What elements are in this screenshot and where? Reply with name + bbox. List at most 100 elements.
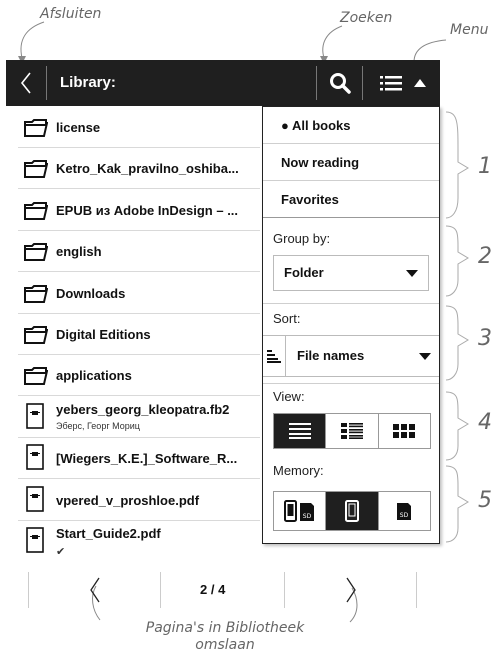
view-grid-icon	[393, 424, 416, 438]
header-divider	[46, 66, 47, 100]
view-selector	[273, 413, 431, 449]
memory-both-button[interactable]: SD	[274, 492, 327, 530]
filter-all-books[interactable]: ● All books	[263, 107, 439, 144]
pager-divider	[160, 572, 161, 608]
search-icon	[330, 73, 351, 94]
folder-icon	[24, 326, 49, 349]
item-name: Downloads	[56, 285, 126, 301]
item-name: [Wiegers_K.E.]_Software_R...	[56, 451, 238, 467]
header-bar: Library:	[6, 60, 440, 106]
folder-icon	[24, 160, 49, 183]
sort-order-button[interactable]	[263, 336, 286, 376]
folder-row[interactable]: EPUB из Adobe InDesign – ...	[18, 190, 260, 231]
header-divider	[362, 66, 363, 100]
folder-icon	[24, 201, 49, 225]
book-row[interactable]: [Wiegers_K.E.]_Software_R...	[18, 438, 260, 480]
caret-down-icon	[406, 270, 418, 277]
menu-button[interactable]	[366, 60, 440, 106]
document-icon	[26, 527, 44, 558]
memory-selector: SD SD	[273, 491, 431, 531]
group-by-label: Group by:	[273, 231, 331, 246]
item-name: english	[56, 244, 102, 260]
search-button[interactable]	[318, 60, 362, 106]
filter-favorites[interactable]: Favorites	[263, 181, 439, 218]
device-and-sd-icon: SD	[283, 500, 314, 522]
folder-icon	[24, 367, 49, 390]
view-list-icon	[288, 423, 311, 439]
header-divider	[316, 66, 317, 100]
callout-pages-line-2: omslaan	[195, 637, 255, 653]
menu-divider	[263, 303, 439, 304]
sort-value: File names	[297, 348, 365, 363]
view-grid-button[interactable]	[379, 414, 430, 448]
view-label: View:	[273, 389, 305, 404]
folder-row[interactable]: english	[18, 231, 260, 273]
library-menu-panel: ● All books Now reading Favorites Group …	[262, 106, 440, 544]
folder-row[interactable]: license	[18, 107, 260, 148]
sort-label: Sort:	[273, 311, 301, 326]
bracket-number-3: 3	[478, 326, 492, 351]
read-checkmark-icon: ✔	[56, 546, 66, 558]
pager-divider	[284, 572, 285, 608]
memory-label: Memory:	[273, 463, 324, 478]
bracket-number-2: 2	[478, 244, 492, 269]
group-by-value: Folder	[284, 265, 324, 280]
book-row[interactable]: Start_Guide2.pdf ✔	[18, 521, 260, 562]
close-button[interactable]	[6, 60, 46, 106]
caret-up-icon	[414, 79, 426, 87]
pager-bar: 2 / 4	[0, 572, 440, 608]
item-name: yebers_georg_kleopatra.fb2	[56, 401, 230, 417]
item-name: EPUB из Adobe InDesign – ...	[56, 202, 239, 218]
folder-icon	[24, 119, 49, 142]
list-menu-icon	[380, 76, 402, 91]
sort-order-icon	[267, 350, 281, 363]
group-by-dropdown[interactable]: Folder	[273, 255, 429, 291]
bracket-number-5: 5	[478, 488, 492, 513]
folder-row[interactable]: applications	[18, 355, 260, 397]
previous-page-button[interactable]	[80, 576, 110, 604]
svg-text:SD: SD	[302, 513, 311, 520]
book-row[interactable]: vpered_v_proshloe.pdf	[18, 480, 260, 521]
page-indicator: 2 / 4	[200, 582, 226, 597]
item-name: vpered_v_proshloe.pdf	[56, 492, 200, 508]
sort-dropdown[interactable]: File names	[285, 336, 439, 376]
view-detailed-list-button[interactable]	[326, 414, 379, 448]
document-icon	[26, 485, 44, 517]
document-icon	[26, 402, 44, 434]
book-row[interactable]: yebers_georg_kleopatra.fb2 Эберс, Георг М…	[18, 397, 260, 438]
folder-icon	[24, 243, 49, 266]
item-name: Start_Guide2.pdf	[56, 526, 161, 541]
sd-card-icon: SD	[397, 503, 412, 520]
pager-divider	[28, 572, 29, 608]
callout-pages-label: Pagina's in Bibliotheek omslaan	[130, 620, 320, 654]
chevron-left-icon	[90, 577, 100, 603]
view-detailed-list-icon	[340, 423, 363, 439]
chevron-left-icon	[20, 72, 31, 94]
item-name: Ketro_Kak_pravilno_oshiba...	[56, 161, 239, 177]
caret-down-icon	[419, 353, 431, 360]
memory-sd-button[interactable]: SD	[379, 492, 430, 530]
folder-row[interactable]: Digital Editions	[18, 314, 260, 355]
item-author: Эберс, Георг Мориц	[56, 420, 140, 431]
sort-row: File names	[263, 335, 439, 377]
svg-text:SD: SD	[400, 512, 409, 519]
device-icon	[344, 500, 359, 522]
page-title: Library:	[60, 74, 116, 91]
folder-row[interactable]: Downloads	[18, 273, 260, 314]
view-list-button[interactable]	[274, 414, 327, 448]
menu-divider	[263, 383, 439, 384]
document-icon	[26, 444, 44, 475]
bracket-number-4: 4	[478, 410, 492, 435]
pager-divider	[416, 572, 417, 608]
folder-icon	[24, 284, 49, 308]
bracket-number-1: 1	[478, 154, 492, 179]
filter-now-reading[interactable]: Now reading	[263, 144, 439, 181]
memory-internal-button[interactable]	[326, 492, 379, 530]
item-name: applications	[56, 368, 132, 384]
folder-row[interactable]: Ketro_Kak_pravilno_oshiba...	[18, 148, 260, 190]
item-name: license	[56, 120, 101, 135]
next-page-button[interactable]	[336, 576, 366, 604]
item-name: Digital Editions	[56, 327, 151, 342]
chevron-right-icon	[346, 577, 356, 603]
callout-pages-line-1: Pagina's in Bibliotheek	[145, 620, 305, 636]
